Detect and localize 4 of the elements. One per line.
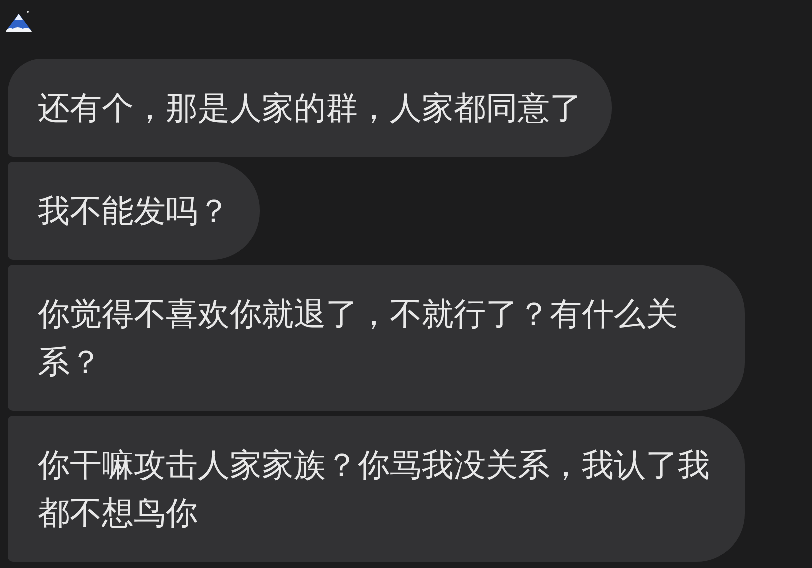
message-bubble: 你觉得不喜欢你就退了，不就行了？有什么关系？ — [8, 265, 745, 411]
message-bubble: 还有个，那是人家的群，人家都同意了 — [8, 59, 612, 157]
message-bubble: 你干嘛攻击人家家族？你骂我没关系，我认了我都不想鸟你 — [8, 416, 745, 562]
message-bubble: 我不能发吗？ — [8, 162, 260, 260]
